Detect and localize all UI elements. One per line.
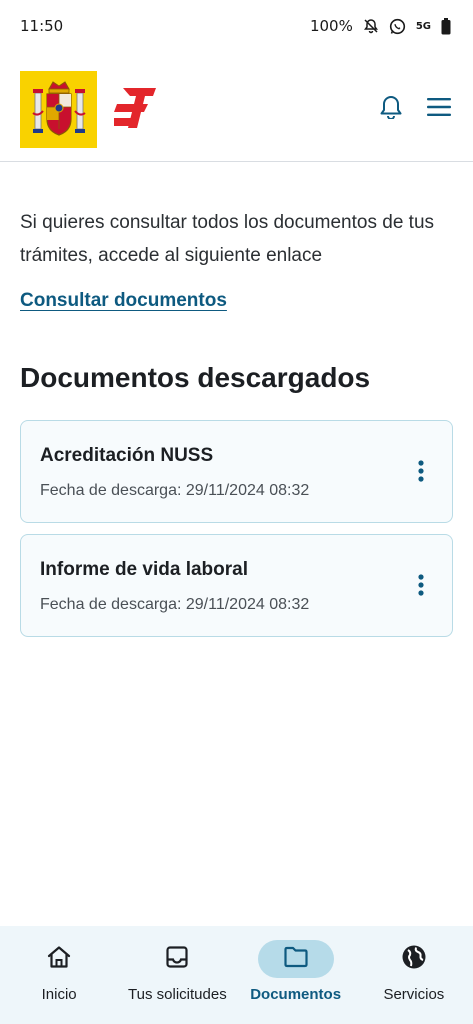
home-icon (46, 945, 72, 974)
more-vertical-icon (418, 573, 424, 601)
document-card[interactable]: Acreditación NUSS Fecha de descarga: 29/… (20, 420, 453, 523)
nav-label: Inicio (41, 986, 77, 1003)
intro-text: Si quieres consultar todos los documento… (20, 212, 435, 266)
folder-icon (283, 946, 309, 973)
bell-icon (380, 95, 402, 124)
section-title: Documentos descargados (20, 362, 371, 393)
document-options-button[interactable] (412, 459, 430, 487)
document-options-button[interactable] (412, 573, 430, 601)
nav-label: Tus solicitudes (128, 986, 227, 1003)
status-icons: 100% 5G (310, 17, 451, 35)
menu-button[interactable] (424, 94, 454, 124)
nav-label: Documentos (250, 986, 342, 1003)
seguridad-social-logo[interactable] (114, 88, 156, 133)
notifications-button[interactable] (376, 94, 406, 124)
status-time: 11:50 (20, 17, 64, 35)
nav-icon-container (139, 940, 215, 978)
app-header (0, 52, 473, 162)
battery-percent: 100% (309, 17, 353, 35)
battery-icon (441, 17, 451, 35)
bottom-navigation: Inicio Tus solicitudes Documentos Servic… (0, 926, 473, 1024)
nav-item-servicios[interactable]: Servicios (355, 926, 473, 1024)
more-vertical-icon (418, 459, 424, 487)
nav-icon-container (21, 940, 97, 978)
nav-item-tus-solicitudes[interactable]: Tus solicitudes (118, 926, 236, 1024)
nav-label: Servicios (383, 986, 445, 1003)
document-download-date: Fecha de descarga: 29/11/2024 08:32 (40, 482, 310, 499)
globe-icon (401, 944, 427, 975)
menu-icon (427, 97, 451, 121)
document-title: Informe de vida laboral (40, 559, 248, 580)
document-card[interactable]: Informe de vida laboral Fecha de descarg… (20, 534, 453, 637)
inbox-icon (165, 945, 189, 974)
document-download-date: Fecha de descarga: 29/11/2024 08:32 (40, 596, 310, 613)
whatsapp-icon (389, 18, 406, 35)
app-screen: 11:50 100% 5G Si quieres consultar todos… (0, 0, 473, 1024)
network-label: 5G (415, 20, 431, 32)
nav-icon-container (376, 940, 452, 978)
coat-of-arms-logo[interactable] (20, 71, 97, 148)
nav-icon-container (257, 940, 334, 978)
nav-item-inicio[interactable]: Inicio (0, 926, 118, 1024)
status-bar: 11:50 100% 5G (0, 0, 473, 52)
document-title: Acreditación NUSS (40, 445, 214, 466)
nav-item-documentos[interactable]: Documentos (237, 926, 355, 1024)
consultar-documentos-link[interactable]: Consultar documentos (20, 290, 227, 312)
bell-off-icon (363, 18, 379, 34)
